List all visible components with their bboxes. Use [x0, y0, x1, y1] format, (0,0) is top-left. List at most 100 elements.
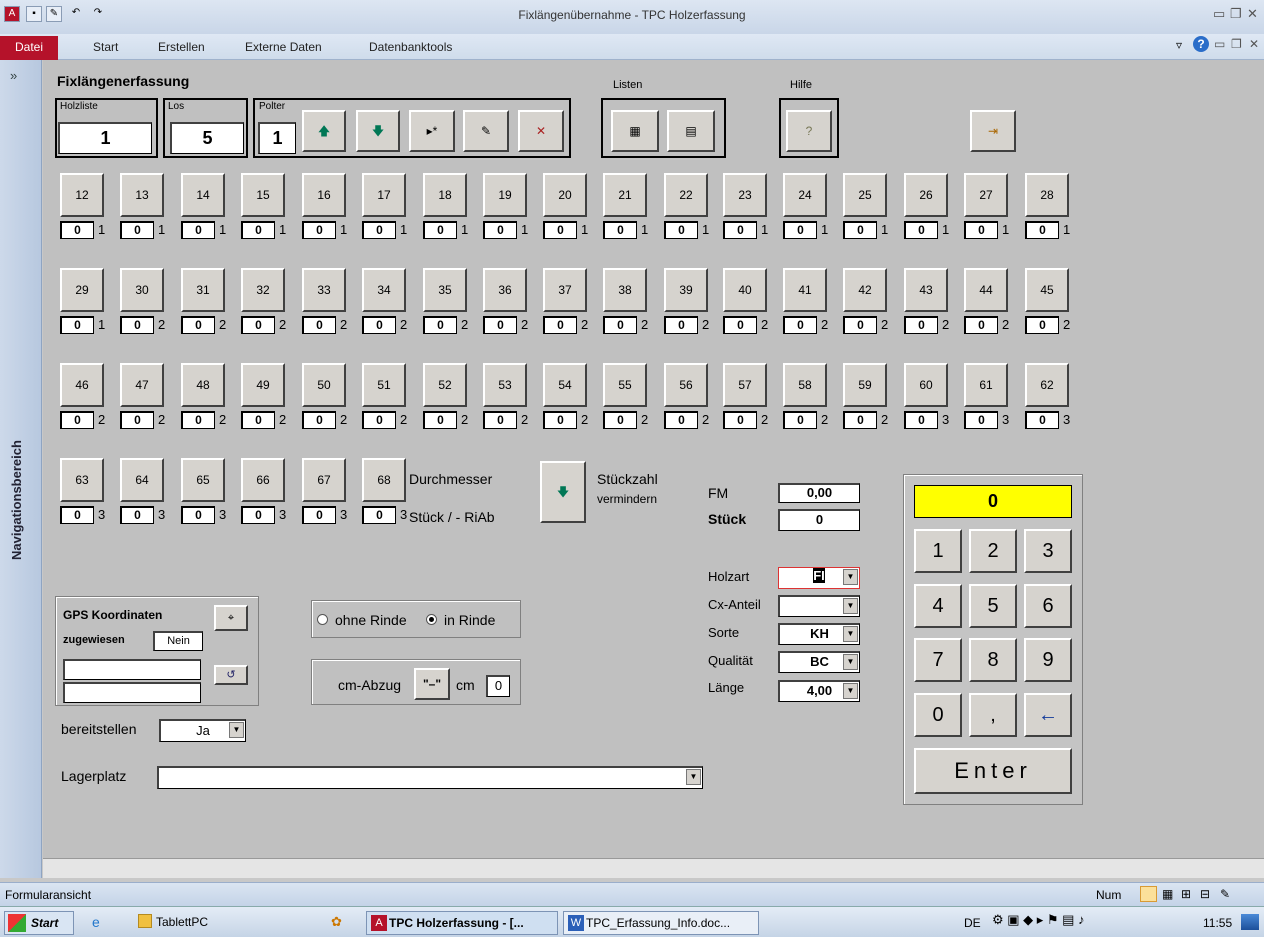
help-button[interactable]: ? [786, 110, 832, 152]
ribbon-collapse-icon[interactable]: ▿ [1176, 38, 1182, 52]
diameter-button[interactable]: 23 [723, 173, 767, 217]
help-icon[interactable]: ? [1193, 36, 1209, 52]
diameter-button[interactable]: 52 [423, 363, 467, 407]
count-field[interactable]: 0 [664, 411, 698, 429]
diameter-button[interactable]: 64 [120, 458, 164, 502]
diameter-button[interactable]: 44 [964, 268, 1008, 312]
count-field[interactable]: 0 [241, 316, 275, 334]
holzart-combo[interactable]: FI ▼ [778, 567, 860, 589]
count-field[interactable]: 0 [181, 221, 215, 239]
count-field[interactable]: 0 [423, 411, 457, 429]
diameter-button[interactable]: 61 [964, 363, 1008, 407]
count-field[interactable]: 0 [241, 221, 275, 239]
language-indicator[interactable]: DE [964, 916, 981, 930]
count-field[interactable]: 0 [904, 221, 938, 239]
diameter-button[interactable]: 48 [181, 363, 225, 407]
diameter-button[interactable]: 34 [362, 268, 406, 312]
internet-explorer-icon[interactable]: e [92, 914, 100, 930]
diameter-button[interactable]: 38 [603, 268, 647, 312]
cm-field[interactable]: 0 [486, 675, 510, 697]
diameter-button[interactable]: 58 [783, 363, 827, 407]
chevron-down-icon[interactable]: ▼ [843, 598, 858, 614]
count-field[interactable]: 0 [483, 316, 517, 334]
in-rinde-label[interactable]: in Rinde [444, 612, 495, 628]
chevron-down-icon[interactable]: ▼ [686, 769, 701, 785]
gps-latitude-field[interactable] [63, 659, 201, 680]
next-record-button[interactable]: 🡇 [356, 110, 400, 152]
count-field[interactable]: 0 [964, 316, 998, 334]
show-desktop-icon[interactable] [1241, 914, 1259, 930]
doc-close-icon[interactable]: ✕ [1249, 37, 1259, 51]
diameter-button[interactable]: 20 [543, 173, 587, 217]
diameter-button[interactable]: 27 [964, 173, 1008, 217]
tab-datenbanktools[interactable]: Datenbanktools [369, 40, 452, 54]
count-field[interactable]: 0 [664, 221, 698, 239]
delete-record-button[interactable]: ✕ [518, 110, 564, 152]
new-record-button[interactable]: ▸* [409, 110, 455, 152]
count-field[interactable]: 0 [241, 411, 275, 429]
diameter-button[interactable]: 36 [483, 268, 527, 312]
keypad-key[interactable]: 6 [1024, 584, 1072, 628]
count-field[interactable]: 0 [543, 411, 577, 429]
ohne-rinde-label[interactable]: ohne Rinde [335, 612, 407, 628]
taskbar-item-word[interactable]: TPC_Erfassung_Info.doc... [563, 911, 759, 935]
count-field[interactable]: 0 [302, 316, 336, 334]
diameter-button[interactable]: 16 [302, 173, 346, 217]
app-icon[interactable]: ✿ [331, 914, 342, 930]
diameter-button[interactable]: 35 [423, 268, 467, 312]
tab-externe-daten[interactable]: Externe Daten [245, 40, 322, 54]
count-field[interactable]: 0 [603, 411, 637, 429]
keypad-key[interactable]: 2 [969, 529, 1017, 573]
qualitaet-combo[interactable]: BC ▼ [778, 651, 860, 673]
diameter-button[interactable]: 65 [181, 458, 225, 502]
count-field[interactable]: 0 [60, 411, 94, 429]
close-icon[interactable]: ✕ [1247, 6, 1258, 22]
tab-datei[interactable]: Datei [0, 36, 58, 60]
lagerplatz-combo[interactable]: ▼ [157, 766, 703, 789]
cx-anteil-combo[interactable]: ▼ [778, 595, 860, 617]
count-field[interactable]: 0 [302, 411, 336, 429]
count-field[interactable]: 0 [543, 221, 577, 239]
list-view-button[interactable]: ▦ [611, 110, 659, 152]
diameter-button[interactable]: 60 [904, 363, 948, 407]
doc-minimize-icon[interactable]: ▭ [1214, 37, 1225, 51]
count-field[interactable]: 0 [904, 316, 938, 334]
count-field[interactable]: 0 [181, 411, 215, 429]
diameter-button[interactable]: 40 [723, 268, 767, 312]
count-field[interactable]: 0 [843, 221, 877, 239]
diameter-button[interactable]: 21 [603, 173, 647, 217]
enter-button[interactable]: Enter [914, 748, 1072, 794]
diameter-button[interactable]: 49 [241, 363, 285, 407]
diameter-button[interactable]: 33 [302, 268, 346, 312]
diameter-button[interactable]: 14 [181, 173, 225, 217]
chevron-down-icon[interactable]: ▼ [229, 722, 244, 738]
count-field[interactable]: 0 [483, 411, 517, 429]
count-field[interactable]: 0 [362, 506, 396, 524]
diameter-button[interactable]: 29 [60, 268, 104, 312]
count-field[interactable]: 0 [362, 221, 396, 239]
count-field[interactable]: 0 [723, 221, 757, 239]
ohne-rinde-radio[interactable] [317, 614, 328, 625]
count-field[interactable]: 0 [60, 221, 94, 239]
los-field[interactable]: 5 [170, 122, 244, 154]
in-rinde-radio[interactable] [426, 614, 437, 625]
count-field[interactable]: 0 [120, 221, 154, 239]
doc-restore-icon[interactable]: ❐ [1231, 37, 1242, 51]
diameter-button[interactable]: 18 [423, 173, 467, 217]
form-view-button[interactable]: ▤ [667, 110, 715, 152]
chevron-down-icon[interactable]: ▼ [843, 683, 858, 699]
first-record-button[interactable]: 🡅 [302, 110, 346, 152]
navigation-label[interactable]: Navigationsbereich [9, 440, 29, 560]
count-field[interactable]: 0 [1025, 316, 1059, 334]
laenge-combo[interactable]: 4,00 ▼ [778, 680, 860, 702]
diameter-button[interactable]: 62 [1025, 363, 1069, 407]
count-field[interactable]: 0 [483, 221, 517, 239]
chevron-down-icon[interactable]: ▼ [843, 626, 858, 642]
count-field[interactable]: 0 [843, 411, 877, 429]
diameter-button[interactable]: 56 [664, 363, 708, 407]
count-field[interactable]: 0 [723, 316, 757, 334]
design-edit-icon[interactable]: ✎ [1220, 887, 1230, 901]
count-field[interactable]: 0 [1025, 411, 1059, 429]
diameter-button[interactable]: 57 [723, 363, 767, 407]
design-view-icon[interactable]: ⊟ [1200, 887, 1210, 901]
